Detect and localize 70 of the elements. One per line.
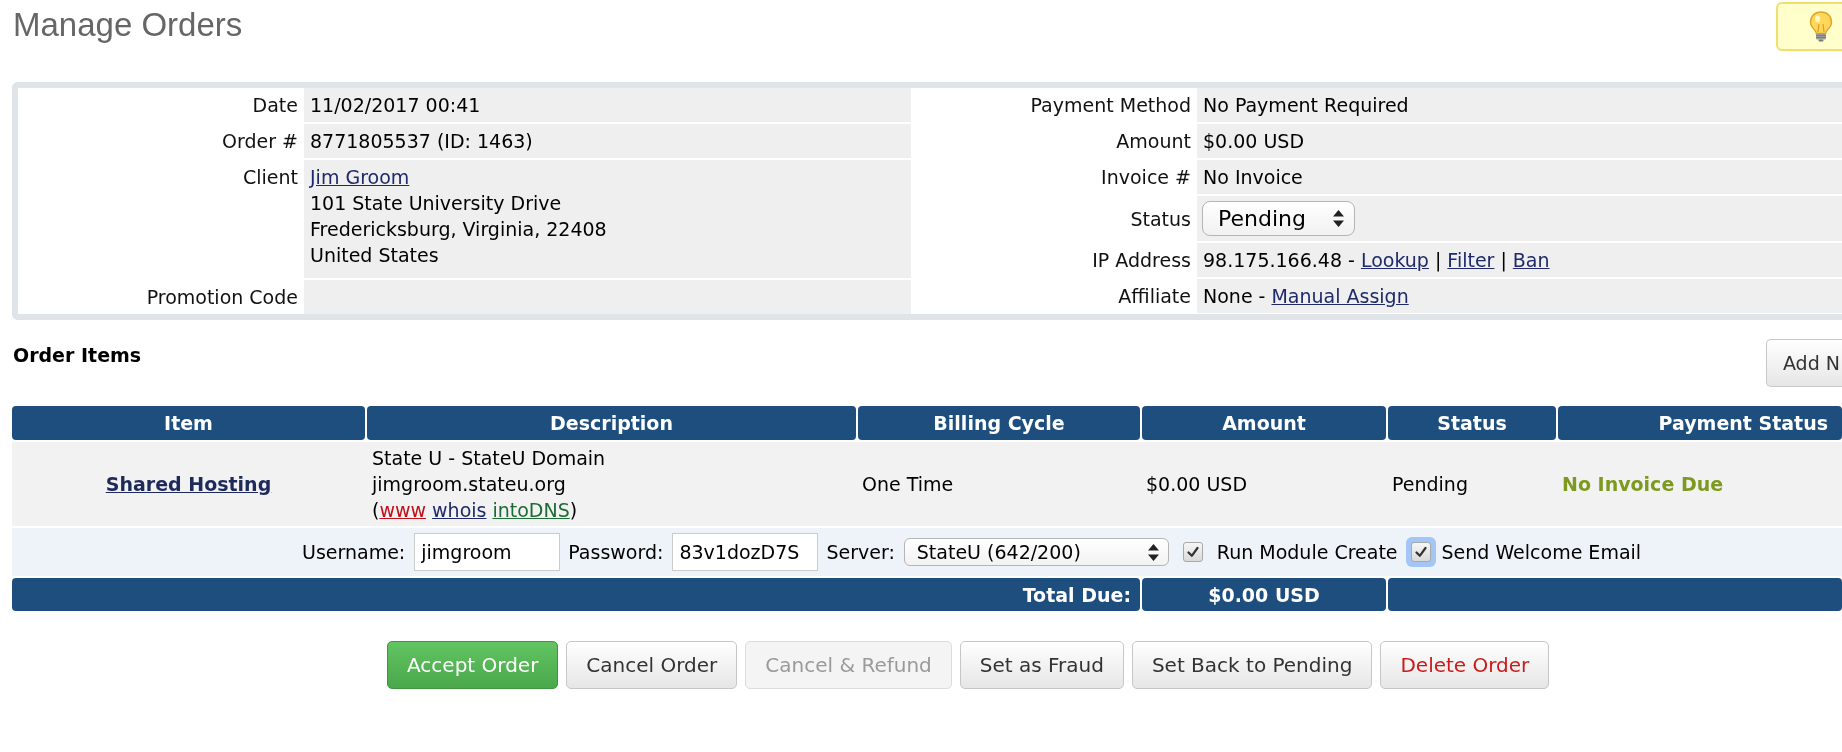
action-button[interactable]: Set Back to Pending	[1131, 641, 1373, 689]
column-header: Status	[1388, 406, 1556, 440]
field-label: Invoice #	[1101, 165, 1191, 190]
domain-link[interactable]: www	[379, 497, 427, 523]
description-text: jimgroom.stateu.org	[372, 472, 566, 497]
column-header: Billing Cycle	[858, 406, 1140, 440]
field-label: Client	[243, 165, 298, 190]
total-label-cell: Total Due:	[12, 578, 1140, 611]
field-label: IP Address	[1092, 248, 1191, 273]
field-label: Date	[252, 93, 298, 118]
action-button[interactable]: Delete Order	[1380, 641, 1550, 689]
up-down-arrows-icon	[1147, 543, 1159, 561]
column-header: Payment Status	[1558, 406, 1842, 440]
add-button[interactable]: Add N	[1765, 339, 1842, 387]
checkbox-label: Run Module Create	[1216, 540, 1398, 565]
action-button[interactable]: Cancel Order	[566, 641, 738, 689]
description-text: State U - StateU Domain	[372, 446, 606, 471]
checkbox-label: Send Welcome Email	[1441, 540, 1642, 565]
text-link[interactable]: Jim Groom	[310, 164, 410, 190]
column-header: Amount	[1142, 406, 1386, 440]
field-value: 101 State University Drive	[310, 191, 562, 216]
payment-status-text: No Invoice Due	[1562, 472, 1724, 497]
lightbulb-icon	[1809, 11, 1833, 42]
checkmark-icon	[1414, 546, 1427, 558]
checkmark-icon	[1186, 546, 1199, 558]
text-input[interactable]: 83v1dozD7S	[672, 533, 819, 571]
up-down-arrows-icon	[1333, 210, 1344, 227]
item-link[interactable]: Shared Hosting	[105, 471, 272, 497]
field-value: No Payment Required	[1203, 93, 1409, 118]
field-value: 11/02/2017 00:41	[310, 93, 481, 118]
text-link[interactable]: Filter	[1447, 247, 1495, 273]
field-label: Affiliate	[1118, 284, 1191, 309]
column-header: Item	[12, 406, 365, 440]
text-link[interactable]: Lookup	[1360, 247, 1429, 273]
field-value: 8771805537 (ID: 1463)	[310, 129, 533, 154]
separator-text: |	[1500, 248, 1507, 273]
page-title: Manage Orders	[13, 5, 243, 45]
separator-text: |	[1434, 248, 1442, 273]
field-value: United States	[310, 243, 439, 268]
field-value: No Invoice	[1203, 165, 1303, 190]
paren-text: )	[569, 498, 578, 523]
checkbox[interactable]	[1182, 542, 1203, 562]
field-label: Password:	[568, 540, 664, 565]
section-title: Order Items	[13, 343, 142, 368]
paren-text: (	[372, 498, 380, 523]
field-value: 98.175.166.48 -	[1203, 248, 1355, 273]
field-label: Payment Method	[1030, 93, 1191, 118]
billing-cycle-text: One Time	[862, 472, 954, 497]
text-input[interactable]: jimgroom	[414, 533, 561, 571]
total-amount-cell: $0.00 USD	[1142, 578, 1386, 611]
field-label: Order #	[222, 129, 298, 154]
field-value: Fredericksburg, Virginia, 22408	[310, 217, 607, 242]
field-label: Promotion Code	[146, 285, 298, 310]
field-label: Username:	[302, 540, 406, 565]
server-select[interactable]: StateU (642/200)	[903, 538, 1169, 566]
field-label: Amount	[1116, 129, 1191, 154]
text-link[interactable]: Manual Assign	[1271, 283, 1409, 309]
column-header: Description	[367, 406, 856, 440]
field-label: Status	[1130, 206, 1191, 232]
field-value: $0.00 USD	[1203, 129, 1305, 154]
text-link[interactable]: Ban	[1512, 247, 1550, 273]
checkbox[interactable]	[1405, 537, 1436, 567]
status-text: Pending	[1392, 472, 1468, 497]
domain-link[interactable]: whois	[432, 497, 487, 523]
amount-text: $0.00 USD	[1146, 472, 1248, 497]
action-button[interactable]: Set as Fraud	[959, 641, 1124, 689]
field-label: Server:	[826, 540, 895, 565]
status-select[interactable]: Pending	[1202, 201, 1355, 236]
field-value: None -	[1203, 284, 1266, 309]
domain-link[interactable]: intoDNS	[492, 497, 570, 523]
